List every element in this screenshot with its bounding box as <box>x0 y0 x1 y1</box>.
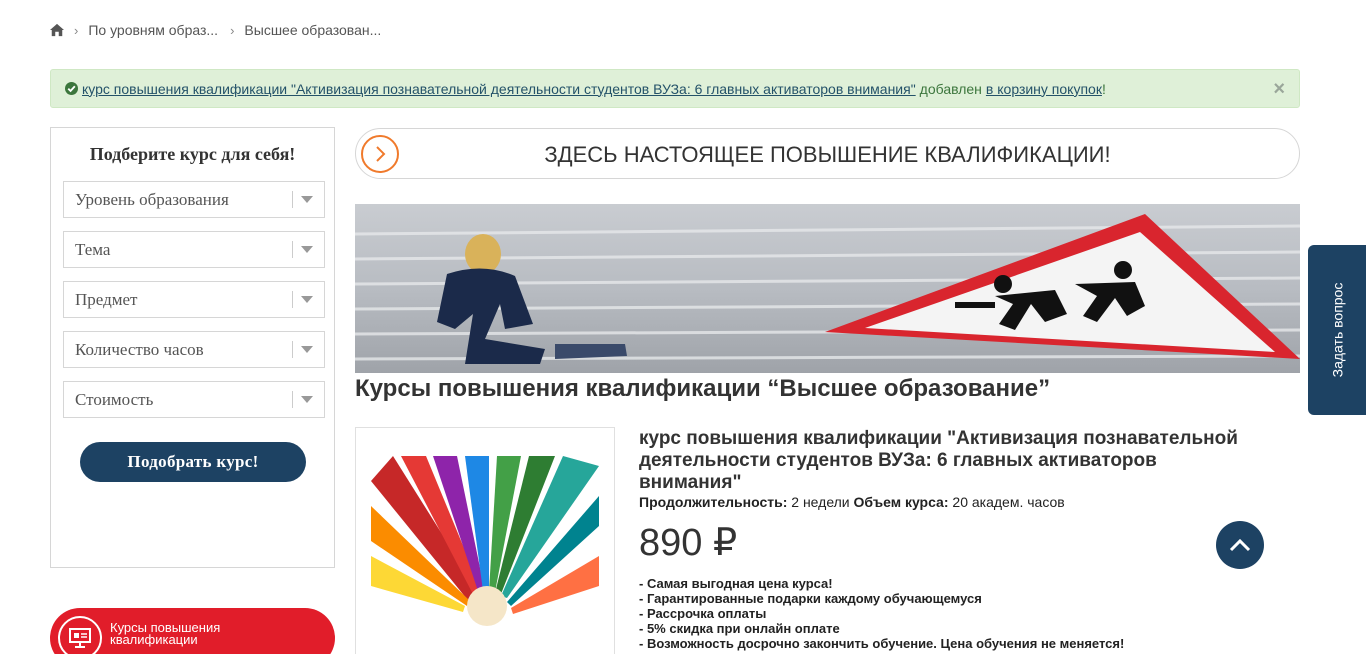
benefit-item: - 5% скидка при онлайн оплате <box>639 621 840 636</box>
hero-image <box>355 204 1300 373</box>
breadcrumb: › По уровням образ... › Высшее образован… <box>50 20 393 40</box>
benefit-item: - Рассрочка оплаты <box>639 606 767 621</box>
scroll-to-top-button[interactable] <box>1216 521 1264 569</box>
select-hours[interactable]: Количество часов <box>63 331 325 368</box>
caret-down-icon <box>301 196 313 203</box>
caret-down-icon <box>301 346 313 353</box>
duration-label: Продолжительность: <box>639 494 788 510</box>
course-meta: Продолжительность: 2 недели Объем курса:… <box>639 494 1065 510</box>
pick-course-button[interactable]: Подобрать курс! <box>80 442 306 482</box>
pencils-image <box>371 456 599 626</box>
duration-value: 2 недели <box>791 494 850 510</box>
success-alert: курс повышения квалификации "Активизация… <box>50 69 1300 108</box>
caret-down-icon <box>301 296 313 303</box>
presentation-icon <box>58 616 102 654</box>
select-label: Предмет <box>75 289 138 309</box>
caret-down-icon <box>301 246 313 253</box>
cart-link[interactable]: в корзину покупок <box>986 81 1102 97</box>
course-thumbnail[interactable] <box>355 427 615 654</box>
home-icon[interactable] <box>50 23 64 37</box>
alert-end-text: ! <box>1101 80 1106 97</box>
promo-banner: ЗДЕСЬ НАСТОЯЩЕЕ ПОВЫШЕНИЕ КВАЛИФИКАЦИИ! <box>355 128 1300 179</box>
select-price[interactable]: Стоимость <box>63 381 325 418</box>
alert-added-text: добавлен <box>919 80 982 97</box>
volume-value: 20 академ. часов <box>952 494 1065 510</box>
filter-heading: Подберите курс для себя! <box>89 144 296 164</box>
breadcrumb-item-higher-education[interactable]: Высшее образован... <box>244 22 381 38</box>
chevron-right-icon: › <box>230 22 235 38</box>
select-topic[interactable]: Тема <box>63 231 325 268</box>
banner-title: ЗДЕСЬ НАСТОЯЩЕЕ ПОВЫШЕНИЕ КВАЛИФИКАЦИИ! <box>544 142 1111 167</box>
select-education-level[interactable]: Уровень образования <box>63 181 325 218</box>
chevron-right-icon: › <box>74 22 79 38</box>
select-label: Тема <box>75 239 111 259</box>
benefit-item: - Гарантированные подарки каждому обучаю… <box>639 591 982 606</box>
course-title[interactable]: курс повышения квалификации "Активизация… <box>639 428 1239 494</box>
select-label: Уровень образования <box>75 189 229 209</box>
volume-label: Объем курса: <box>853 494 949 510</box>
course-link[interactable]: курс повышения квалификации "Активизация… <box>82 81 916 97</box>
select-label: Количество часов <box>75 339 204 359</box>
breadcrumb-item-levels[interactable]: По уровням образ... <box>88 22 218 38</box>
course-filter-panel: Подберите курс для себя! Уровень образов… <box>50 127 335 568</box>
ask-question-tab[interactable]: Задать вопрос <box>1308 245 1366 415</box>
select-label: Стоимость <box>75 389 154 409</box>
page: › По уровням образ... › Высшее образован… <box>0 0 1366 654</box>
page-title: Курсы повышения квалификации “Высшее обр… <box>355 375 1051 402</box>
courses-menu-button[interactable]: Курсы повышения квалификации <box>50 608 335 654</box>
select-subject[interactable]: Предмет <box>63 281 325 318</box>
check-circle-icon <box>65 82 78 95</box>
benefit-item: - Возможность досрочно закончить обучени… <box>639 636 1125 651</box>
chevron-up-icon <box>1229 538 1251 552</box>
courses-menu-label: Курсы повышения квалификации <box>110 620 221 647</box>
course-price: 890 ₽ <box>639 522 738 564</box>
course-benefits: - Самая выгодная цена курса! - Гарантиро… <box>639 576 1124 651</box>
close-icon[interactable]: × <box>1273 78 1285 101</box>
benefit-item: - Самая выгодная цена курса! <box>639 576 833 591</box>
caret-down-icon <box>301 396 313 403</box>
ask-question-label: Задать вопрос <box>1329 282 1345 378</box>
